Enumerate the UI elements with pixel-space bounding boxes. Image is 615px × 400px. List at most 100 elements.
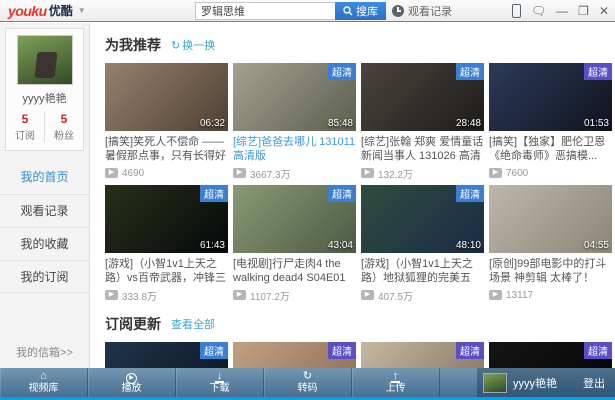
video-thumbnail[interactable]: 超清 28:48 [361,63,484,131]
close-button[interactable]: ✕ [599,0,609,22]
video-thumbnail[interactable]: 超清 30.23 [105,342,228,368]
video-title[interactable]: [原创]99部电影中的打斗场景 神剪辑 太棒了！【高清... [489,257,612,285]
message-icon[interactable]: 🗨 [531,0,546,22]
upload-label: 上传 [386,383,406,394]
download-label: 下载 [210,383,230,394]
video-thumbnail[interactable]: 超清 43:04 [233,185,356,253]
video-thumbnail[interactable]: 超清 503.27 [233,342,356,368]
view-count: 333.8万 [122,288,157,303]
window-controls: 🗨 — ❐ ✕ [512,0,609,22]
mobile-device-icon[interactable] [512,4,521,18]
search-icon [343,6,353,16]
video-duration: 61:43 [200,240,225,251]
video-card[interactable]: 超清 28:48 [综艺]张翰 郑爽 爱情童话 新闻当事人 131026 高清版… [361,63,484,180]
video-thumbnail[interactable]: 超清 252.49 [489,342,612,368]
video-card[interactable]: 超清 01:53 [搞笑]【独家】肥伦卫恩 《绝命毒师》恶搞模... ▶ 760… [489,63,612,180]
sidebar-item-subscriptions[interactable]: 我的订阅 [0,260,89,293]
video-duration: 48:10 [456,240,481,251]
video-card[interactable]: 超清 30.23 [105,342,228,368]
sidebar-item-home[interactable]: 我的首页 [0,161,89,194]
video-thumbnail[interactable]: 06:32 [105,63,228,131]
video-card[interactable]: 超清 503.27 [233,342,356,368]
video-title[interactable]: [综艺]爸爸去哪儿 131011 高清版 [233,135,356,163]
youku-logo[interactable]: youku 优酷 ▼ [8,2,86,19]
quality-badge: 超清 [200,185,228,202]
play-count-icon: ▶ [361,168,374,178]
subscribe-grid: 超清 30.23 超清 503.27 超清 232.71 超清 252.49 [105,342,612,368]
video-duration: 04:55 [584,240,609,251]
search-input[interactable] [195,2,335,20]
sidebar-item-history[interactable]: 观看记录 [0,194,89,227]
video-library-button[interactable]: ⌂ 视频库 [0,368,88,397]
play-count-icon: ▶ [105,290,118,300]
video-card[interactable]: 超清 85:48 [综艺]爸爸去哪儿 131011 高清版 ▶ 3667.3万 [233,63,356,180]
view-all-link[interactable]: 查看全部 [171,316,215,332]
play-count-icon: ▶ [489,168,502,178]
bottom-toolbar: ⌂ 视频库 ▶ 播放 ↓ 下载 ↻ 转码 ↑ 上传 yyyy艳艳 登出 [0,368,615,397]
video-card[interactable]: 超清 252.49 [489,342,612,368]
upload-button[interactable]: ↑ 上传 [352,368,440,397]
search-button[interactable]: 搜库 [335,2,386,20]
video-title[interactable]: [综艺]张翰 郑爽 爱情童话 新闻当事人 131026 高清版 [361,135,484,163]
transcode-button[interactable]: ↻ 转码 [264,368,352,397]
maximize-button[interactable]: ❐ [578,0,589,22]
refresh-label: 换一换 [182,37,215,53]
avatar[interactable] [17,35,73,85]
video-views: ▶ 132.2万 [361,166,484,180]
video-card[interactable]: 超清 48:10 [游戏]（小智1v1上天之路）地狱狐狸的完美五杀！ ▶ 407… [361,185,484,302]
play-count-icon: ▶ [233,168,246,178]
video-views: ▶ 333.8万 [105,288,228,302]
play-button[interactable]: ▶ 播放 [88,368,176,397]
refresh-icon: ↻ [171,39,180,52]
play-count-icon: ▶ [105,168,118,178]
subscriptions-count: 5 [6,112,44,126]
sidebar-menu: 我的首页 观看记录 我的收藏 我的订阅 [0,161,89,293]
profile-stats: 5 订阅 5 粉丝 [6,112,83,142]
play-count-icon: ▶ [233,290,246,300]
watch-history-button[interactable]: 观看记录 [392,3,452,19]
view-all-label: 查看全部 [171,316,215,332]
stat-subscriptions[interactable]: 5 订阅 [6,112,44,142]
video-title[interactable]: [电视剧]行尸走肉4 the walking dead4 S04E01 标... [233,257,356,285]
video-title[interactable]: [搞笑]【独家】肥伦卫恩 《绝命毒师》恶搞模... [489,135,612,163]
video-title[interactable]: [搞笑]笑死人不偿命 ——暑假那点事，只有长得好看... [105,135,228,163]
search-button-label: 搜库 [356,3,378,19]
mailbox-link[interactable]: 我的信箱>> [0,344,89,360]
stat-fans[interactable]: 5 粉丝 [44,112,83,142]
video-thumbnail[interactable]: 超清 85:48 [233,63,356,131]
logo-text-cn: 优酷 [49,2,73,19]
download-button[interactable]: ↓ 下载 [176,368,264,397]
video-card[interactable]: 超清 232.71 [361,342,484,368]
video-thumbnail[interactable]: 超清 01:53 [489,63,612,131]
video-title[interactable]: [游戏]（小智1v1上天之路）地狱狐狸的完美五杀！ [361,257,484,285]
video-title[interactable]: [游戏]（小智1v1上天之路）vs百帝武器，冲锋三合一！ [105,257,228,285]
video-card[interactable]: 超清 43:04 [电视剧]行尸走肉4 the walking dead4 S0… [233,185,356,302]
sidebar: yyyy艳艳 5 订阅 5 粉丝 我的首页 观看记录 我的收藏 我的订阅 我的信… [0,23,90,368]
quality-badge: 超清 [456,63,484,80]
logo-text-en: youku [8,3,47,19]
quality-badge: 超清 [456,342,484,359]
logout-button[interactable]: 登出 [583,375,605,391]
video-thumbnail[interactable]: 超清 232.71 [361,342,484,368]
sidebar-item-favorites[interactable]: 我的收藏 [0,227,89,260]
refresh-recommend-link[interactable]: ↻ 换一换 [171,37,215,53]
video-views: ▶ 4690 [105,166,228,180]
video-card[interactable]: 06:32 [搞笑]笑死人不偿命 ——暑假那点事，只有长得好看... ▶ 469… [105,63,228,180]
quality-badge: 超清 [328,63,356,80]
video-thumbnail[interactable]: 超清 61:43 [105,185,228,253]
chevron-down-icon[interactable]: ▼ [78,6,86,15]
quality-badge: 超清 [200,342,228,359]
play-count-icon: ▶ [489,290,502,300]
video-card[interactable]: 超清 61:43 [游戏]（小智1v1上天之路）vs百帝武器，冲锋三合一！ ▶ … [105,185,228,302]
video-card[interactable]: 04:55 [原创]99部电影中的打斗场景 神剪辑 太棒了！【高清... ▶ 1… [489,185,612,302]
download-icon: ↓ [215,371,225,383]
transcode-label: 转码 [298,383,318,394]
minimize-button[interactable]: — [556,0,568,22]
recommend-grid: 06:32 [搞笑]笑死人不偿命 ——暑假那点事，只有长得好看... ▶ 469… [105,63,612,302]
video-thumbnail[interactable]: 04:55 [489,185,612,253]
recommend-section-header: 为我推荐 ↻ 换一换 [105,35,615,55]
avatar[interactable] [483,373,507,393]
video-thumbnail[interactable]: 超清 48:10 [361,185,484,253]
video-views: ▶ 7600 [489,166,612,180]
view-count: 13117 [506,290,533,301]
